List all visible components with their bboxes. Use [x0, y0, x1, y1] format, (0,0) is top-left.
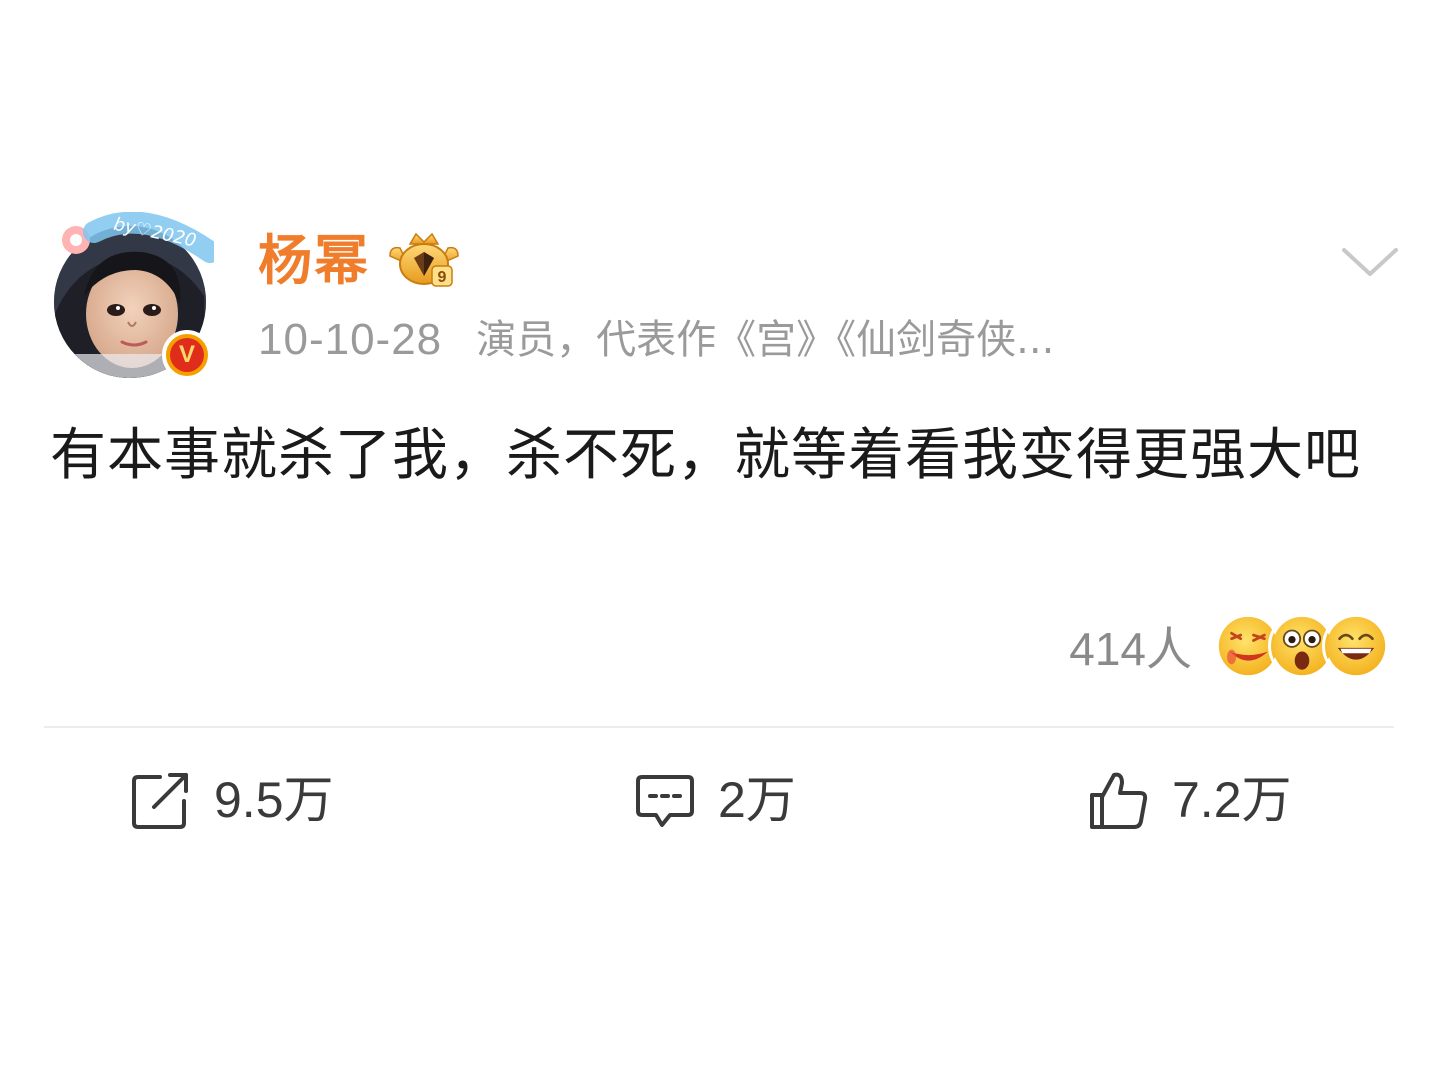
reaction-emoji-stack	[1214, 612, 1390, 680]
avatar-container[interactable]: by♡2020 V	[50, 212, 216, 380]
repost-icon	[132, 773, 188, 829]
grinning-emoji-icon	[1322, 612, 1390, 680]
comment-button[interactable]: 2万	[634, 760, 796, 840]
action-divider	[44, 726, 1394, 728]
avatar-frame-ribbon: by♡2020	[62, 212, 214, 263]
author-bio: 演员，代表作《宫》《仙剑奇侠...	[476, 317, 1055, 363]
post-meta: 10-10-28 演员，代表作《宫》《仙剑奇侠...	[258, 318, 1054, 362]
post-content: 有本事就杀了我，杀不死，就等着看我变得更强大吧	[50, 423, 1361, 488]
comment-count: 2万	[718, 772, 796, 828]
comment-icon	[636, 775, 694, 827]
repost-button[interactable]: 9.5万	[130, 760, 334, 840]
post-actions-bar: 9.5万 2万 7.2万	[0, 760, 1440, 840]
like-count: 7.2万	[1172, 772, 1292, 828]
author-name[interactable]: 杨幂	[258, 234, 370, 288]
thumbs-up-icon	[1090, 772, 1148, 829]
author-name-row: 杨幂 9	[258, 226, 462, 296]
weibo-post: by♡2020 V 杨幂 9 10-10-28 演员，代表作《宫》《仙剑奇侠..…	[0, 0, 1440, 1080]
repost-count: 9.5万	[214, 772, 334, 828]
reaction-count: 414人	[1069, 623, 1192, 675]
chevron-down-icon[interactable]	[1340, 242, 1400, 282]
svg-text:9: 9	[438, 269, 447, 286]
post-header: by♡2020 V 杨幂 9 10-10-28 演员，代表作《宫》《仙剑奇侠..…	[50, 212, 1400, 382]
verified-v-icon: V	[170, 338, 204, 372]
reactions-summary[interactable]: 414人	[1069, 606, 1390, 686]
verified-badge: V	[162, 330, 212, 380]
crown-level-icon[interactable]: 9	[386, 230, 462, 292]
post-date: 10-10-28	[258, 315, 443, 364]
like-button[interactable]: 7.2万	[1088, 760, 1292, 840]
